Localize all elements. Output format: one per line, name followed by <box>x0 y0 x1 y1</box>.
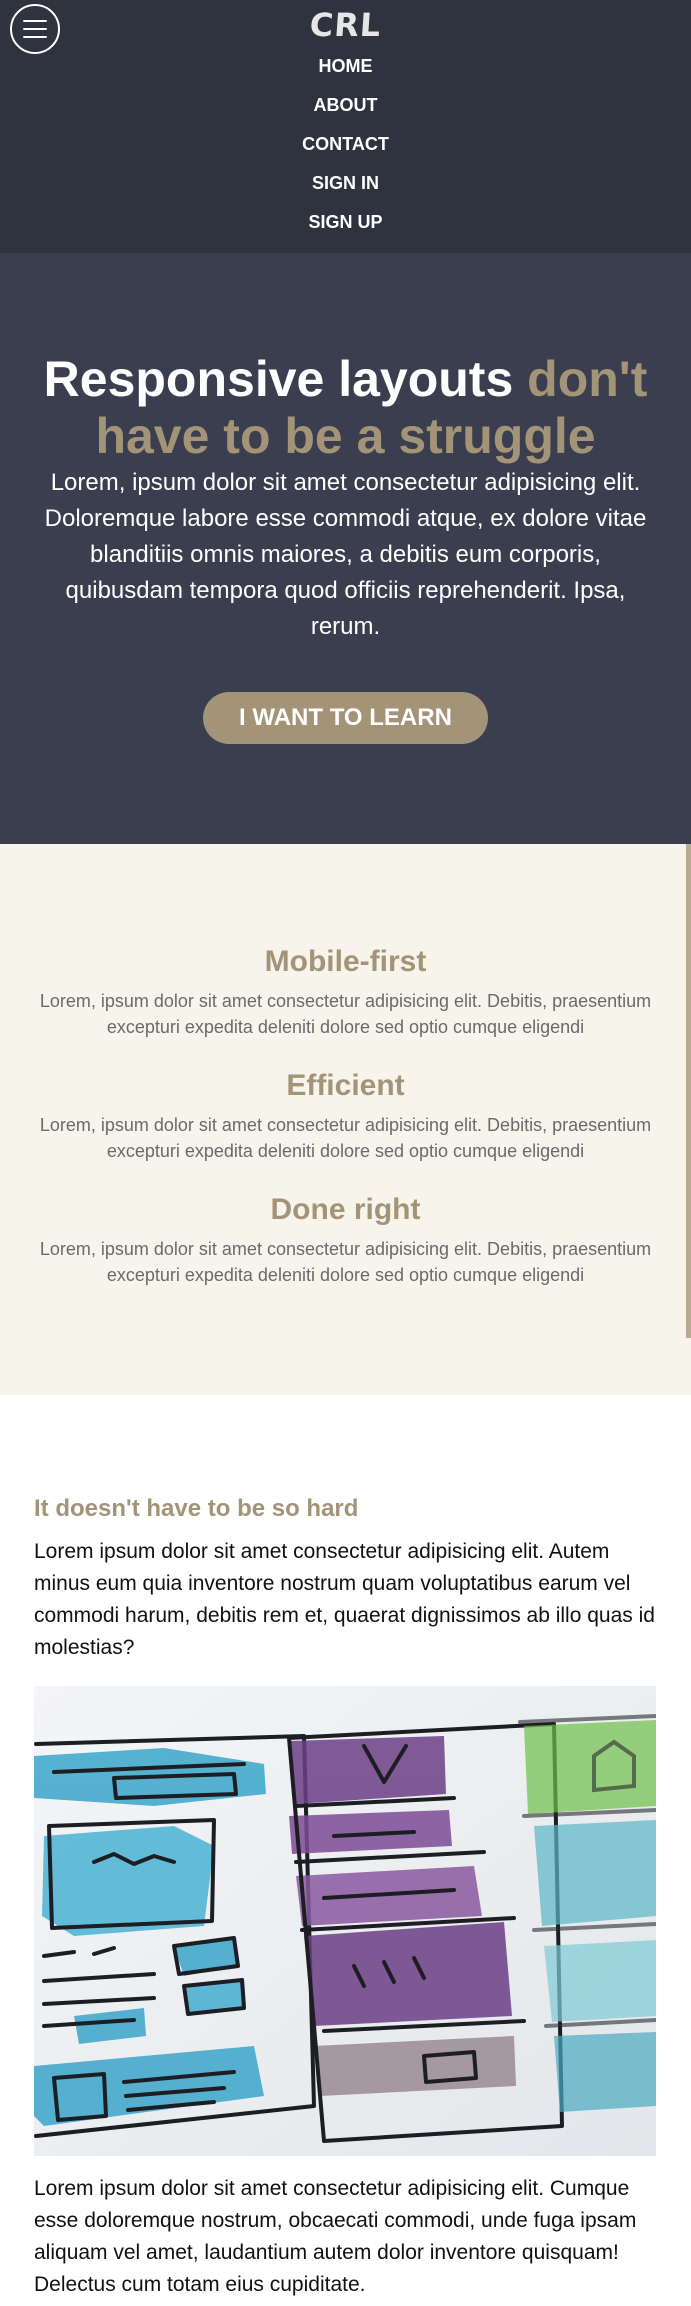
sketch-illustration <box>34 1686 656 2156</box>
nav-link-sign-up[interactable]: SIGN UP <box>308 212 382 232</box>
features-section: Mobile-first Lorem, ipsum dolor sit amet… <box>0 844 691 1395</box>
nav-item-home: HOME <box>0 52 691 91</box>
site-header: CRL HOME ABOUT CONTACT SIGN IN SIGN UP <box>0 0 691 253</box>
nav-item-sign-up: SIGN UP <box>0 208 691 247</box>
nav-link-contact[interactable]: CONTACT <box>302 134 389 154</box>
nav-item-sign-in: SIGN IN <box>0 169 691 208</box>
logo[interactable]: CRL <box>0 6 691 44</box>
feature-done-right: Done right Lorem, ipsum dolor sit amet c… <box>28 1190 663 1288</box>
hero-title-main: Responsive layouts <box>43 351 514 407</box>
content-paragraph-2: Lorem ipsum dolor sit amet consectetur a… <box>34 2177 637 2296</box>
content-paragraph-1: Lorem ipsum dolor sit amet consectetur a… <box>34 1540 655 1659</box>
hero-text: Lorem, ipsum dolor sit amet consectetur … <box>44 469 647 640</box>
nav-menu: HOME ABOUT CONTACT SIGN IN SIGN UP <box>0 52 691 247</box>
feature-title: Mobile-first <box>264 945 427 978</box>
feature-text: Lorem, ipsum dolor sit amet consectetur … <box>39 991 652 1037</box>
nav-link-sign-in[interactable]: SIGN IN <box>312 173 379 193</box>
feature-title: Done right <box>270 1193 421 1226</box>
scrollbar-thumb[interactable] <box>686 844 691 1338</box>
content-heading: It doesn't have to be so hard <box>34 1495 359 1522</box>
hero-title: Responsive layouts don't have to be a st… <box>30 351 661 465</box>
feature-efficient: Efficient Lorem, ipsum dolor sit amet co… <box>28 1066 663 1164</box>
nav-link-home[interactable]: HOME <box>319 56 373 76</box>
feature-text: Lorem, ipsum dolor sit amet consectetur … <box>39 1115 652 1161</box>
hero-section: Responsive layouts don't have to be a st… <box>0 253 691 844</box>
feature-text: Lorem, ipsum dolor sit amet consectetur … <box>39 1239 652 1285</box>
feature-mobile-first: Mobile-first Lorem, ipsum dolor sit amet… <box>28 942 663 1040</box>
content-section: It doesn't have to be so hard Lorem ipsu… <box>34 1395 656 2306</box>
wireframe-sketch-image <box>34 1686 656 2156</box>
nav-item-contact: CONTACT <box>0 130 691 169</box>
nav-link-about[interactable]: ABOUT <box>314 95 378 115</box>
feature-title: Efficient <box>286 1069 405 1102</box>
learn-button[interactable]: I WANT TO LEARN <box>203 692 488 744</box>
nav-item-about: ABOUT <box>0 91 691 130</box>
